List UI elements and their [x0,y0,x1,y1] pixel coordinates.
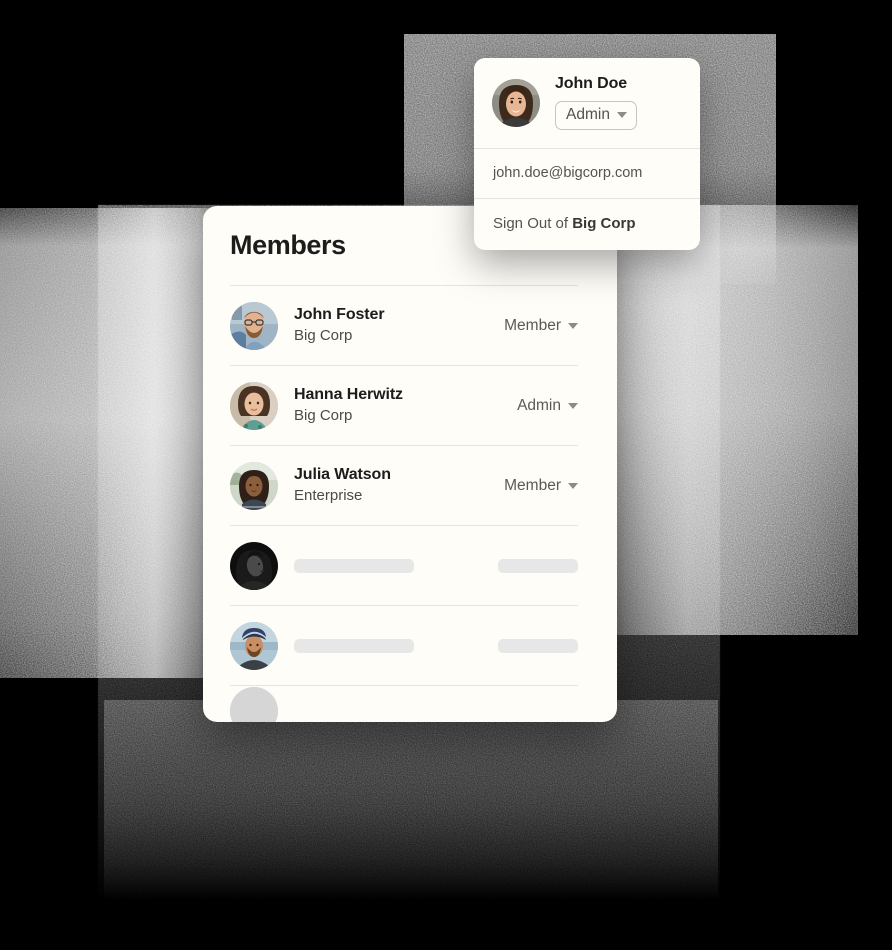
backdrop-shadow-right [600,205,858,635]
member-identity: Julia Watson Enterprise [294,465,504,505]
role-label: Member [504,476,561,494]
avatar [230,461,278,510]
members-list: John Foster Big Corp Member Hanna Herwit… [230,285,578,722]
member-name: John Foster [294,306,385,324]
member-name: Hanna Herwitz [294,386,403,404]
sign-out-prefix: Sign Out of [493,215,573,232]
account-header: John Doe Admin [474,58,700,148]
table-row[interactable]: Hanna Herwitz Big Corp Admin [230,366,578,445]
backdrop-shadow-bottom [104,700,718,900]
table-row[interactable] [230,606,578,685]
man-smiling-avatar-icon [492,78,540,127]
member-identity: John Foster Big Corp [294,305,504,345]
member-name: Julia Watson [294,466,391,484]
chevron-down-icon [616,112,627,118]
member-identity: Hanna Herwitz Big Corp [294,385,517,425]
skeleton-name-placeholder [294,558,414,573]
member-org: Enterprise [294,487,363,505]
avatar [230,621,278,670]
role-dropdown[interactable]: Member [504,317,578,335]
chevron-down-icon [568,322,578,329]
avatar [492,78,540,127]
table-row[interactable] [230,526,578,605]
account-name: John Doe [555,75,628,92]
screenshot-stage: Members John Foster Big Corp Member Hann… [0,0,892,950]
sign-out-org: Big Corp [572,215,636,232]
members-card: Members John Foster Big Corp Member Hann… [203,206,617,722]
member-org: Big Corp [294,407,353,425]
account-email: john.doe@bigcorp.com [493,165,643,181]
account-popover: John Doe Admin john.doe@bigcorp.com Sign… [474,58,700,250]
page-title: Members [230,230,346,260]
role-label: Admin [517,396,561,414]
role-label: Member [504,316,561,334]
role-dropdown[interactable]: Admin [517,397,578,415]
man-with-cap-beach-avatar-icon [230,621,278,670]
skeleton-role-placeholder [498,638,578,653]
placeholder-avatar-icon [230,687,278,722]
avatar [230,687,278,722]
account-role-dropdown[interactable]: Admin [555,101,637,130]
account-identity: John Doe Admin [555,75,637,130]
avatar [230,541,278,590]
woman-outdoors-avatar-icon [230,461,278,510]
chevron-down-icon [568,482,578,489]
account-role-label: Admin [566,106,610,123]
table-row[interactable]: Julia Watson Enterprise Member [230,446,578,525]
role-dropdown[interactable]: Member [504,477,578,495]
avatar [230,381,278,430]
skeleton-role-placeholder [498,558,578,573]
table-row[interactable] [230,686,578,722]
chevron-down-icon [568,402,578,409]
sign-out-button[interactable]: Sign Out of Big Corp [474,199,700,250]
avatar [230,301,278,350]
skeleton-name-placeholder [294,638,414,653]
person-dark-portrait-avatar-icon [230,541,278,590]
man-with-glasses-beard-avatar-icon [230,301,278,350]
backdrop-shadow-left [0,208,215,678]
table-row[interactable]: John Foster Big Corp Member [230,286,578,365]
woman-curly-hair-avatar-icon [230,381,278,430]
member-org: Big Corp [294,327,353,345]
